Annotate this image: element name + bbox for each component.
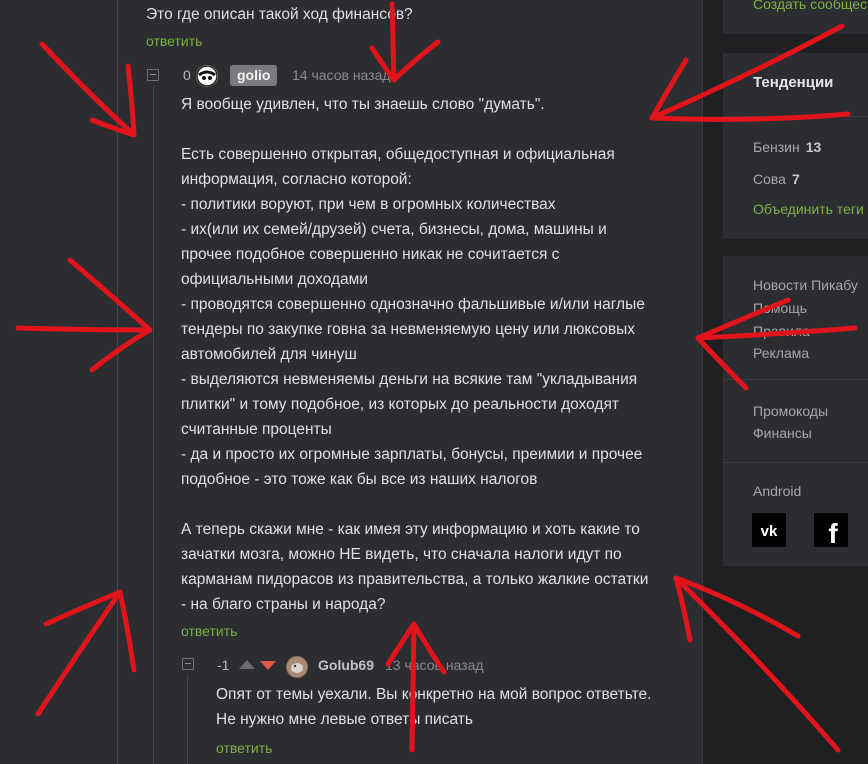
comment-line: - да и просто их огромные зарплаты, бону… (181, 446, 643, 463)
comment-line: информация, согласно которой: (181, 171, 412, 188)
comment-time: 13 часов назад (385, 657, 484, 673)
author-badge[interactable]: golio (230, 65, 278, 86)
sidebar-link[interactable]: Реклама (753, 345, 809, 361)
comment-line: Я вообще удивлен, что ты знаешь слово "д… (181, 96, 545, 113)
comment-line: зачатки мозга, можно НЕ видеть, что снач… (181, 546, 622, 563)
comment-line: - их(или их семей/друзей) счета, бизнесы… (181, 221, 607, 238)
comment-line: плитки" и тому подобное, из которых до р… (181, 396, 619, 413)
sidebar-link[interactable]: Промокоды (753, 403, 828, 419)
vk-icon[interactable]: vk (752, 513, 786, 547)
thread-line[interactable] (117, 0, 118, 764)
parent-comment-text: Это где описан такой ход финансов? (146, 6, 413, 23)
comments-column: Это где описан такой ход финансов? ответ… (0, 0, 703, 764)
comment-line: карманам пидорасов из правительства, а т… (181, 571, 649, 588)
create-community-link[interactable]: Создать сообщество (753, 0, 868, 12)
svg-text:vk: vk (761, 523, 778, 540)
author-name[interactable]: Golub69 (318, 657, 374, 673)
comment-line: тендеры по закупке говна за невменяемую … (181, 321, 636, 338)
comment-line: прочее подобное совершенно никак не сочи… (181, 246, 560, 263)
sidebar-link[interactable]: Помощь (753, 300, 807, 316)
comment-line: Опят от темы уехали. Вы конкретно на мой… (216, 686, 652, 703)
sidebar-link[interactable]: Новости Пикабу (753, 277, 858, 293)
collapse-button[interactable] (182, 658, 194, 670)
reply-link[interactable]: ответить (216, 740, 272, 756)
comment-line: - на благо страны и народа? (181, 596, 386, 613)
comment-line: Не нужно мне левые ответы писать (216, 711, 473, 728)
comment-line: - выделяются невменяемы деньги на всякие… (181, 371, 638, 388)
divider (723, 116, 868, 117)
comment-line: считанные проценты (181, 421, 332, 438)
comment-line: А теперь скажи мне - как имея эту информ… (181, 521, 640, 538)
collapse-button[interactable] (147, 69, 159, 81)
trends-title: Тенденции (753, 74, 834, 91)
trend-count: 7 (791, 171, 800, 187)
thread-line[interactable] (153, 86, 154, 764)
divider (723, 462, 868, 463)
comment-rating: -1 (217, 657, 230, 673)
svg-text:f: f (828, 518, 838, 547)
trend-item[interactable]: Бензин 13 (753, 139, 821, 155)
trend-item[interactable]: Сова 7 (753, 171, 800, 187)
divider (723, 379, 868, 380)
android-link[interactable]: Android (753, 483, 801, 499)
thread-line[interactable] (187, 676, 188, 764)
avatar[interactable] (196, 65, 218, 87)
sidebar-link[interactable]: Правила (753, 323, 810, 339)
reply-link[interactable]: ответить (181, 623, 237, 639)
trend-count: 13 (805, 139, 822, 155)
comment-line: автомобилей для чинуш (181, 346, 357, 363)
comment-line: - политики воруют, при чем в огромных ко… (181, 196, 556, 213)
sidebar-link[interactable]: Финансы (753, 425, 812, 441)
vote-down-icon[interactable] (260, 661, 276, 670)
comment-rating: 0 (183, 67, 191, 83)
avatar[interactable] (286, 656, 308, 678)
comment-line: Есть совершенно открытая, общедоступная … (181, 146, 615, 163)
comment-line: подобное - это тоже как бы все из наших … (181, 471, 538, 488)
trend-name: Сова (753, 171, 786, 187)
facebook-icon[interactable]: f (814, 513, 848, 547)
merge-tags-link[interactable]: Объединить теги (753, 201, 864, 217)
reply-link[interactable]: ответить (146, 33, 202, 49)
comment-line: - проводятся совершенно однозначно фальш… (181, 296, 645, 313)
comment-time: 14 часов назад (292, 67, 391, 83)
vote-up-icon[interactable] (239, 660, 255, 669)
comment-line: официальными доходами (181, 271, 368, 288)
trend-name: Бензин (753, 139, 800, 155)
